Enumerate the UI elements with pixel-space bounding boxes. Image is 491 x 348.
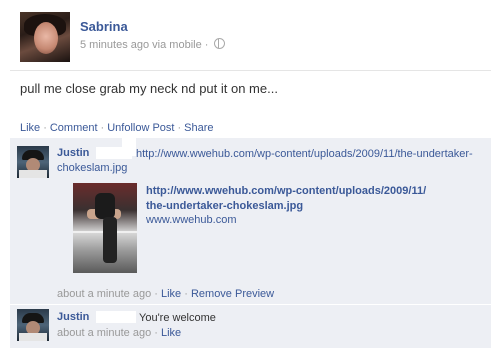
wrestler-upper [95,193,115,219]
globe-icon[interactable] [213,38,225,49]
post-via: via mobile [152,39,202,51]
preview-title-line2: the-undertaker-chokeslam.jpg [146,200,304,212]
separator: · [154,327,158,339]
mouse-cursor [122,132,136,156]
wrestler-lower [103,217,117,263]
comment-text: You're welcome [139,312,216,324]
comment-author[interactable]: Justin [57,311,89,323]
preview-title[interactable]: http://www.wwehub.com/wp-content/uploads… [146,184,486,214]
post-meta: 5 minutes ago via mobile · [80,38,225,51]
facebook-post: Sabrina 5 minutes ago via mobile · pull … [0,0,491,348]
preview-domain[interactable]: www.wwehub.com [146,214,236,226]
author-name[interactable]: Sabrina [80,19,128,34]
avatar-shirt [19,333,47,341]
comment-time: about a minute ago [57,327,152,339]
comment-meta: about a minute ago · Like · Remove Previ… [57,288,274,300]
comment-divider [10,304,491,305]
comment-link[interactable]: Comment [50,122,98,134]
comment-time: about a minute ago [57,288,152,300]
comment-url-line1[interactable]: http://www.wwehub.com/wp-content/uploads… [136,148,473,160]
preview-title-line1: http://www.wwehub.com/wp-content/uploads… [146,185,427,197]
comment-url-line2[interactable]: chokeslam.jpg [57,162,127,174]
post-time[interactable]: 5 minutes ago [80,39,149,51]
remove-preview-link[interactable]: Remove Preview [191,288,274,300]
separator: · [177,122,182,134]
comment-like-link[interactable]: Like [161,327,181,339]
separator: · [154,288,158,300]
author-avatar[interactable] [20,12,70,62]
separator: · [100,122,105,134]
comment-like-link[interactable]: Like [161,288,181,300]
meta-separator: · [204,39,209,51]
preview-thumbnail[interactable] [73,183,137,273]
redacted-name [96,311,136,323]
header-divider [10,70,491,71]
post-header: Sabrina 5 minutes ago via mobile · [0,0,491,70]
avatar-face [34,22,58,54]
post-actions: Like · Comment · Unfollow Post · Share [20,122,214,134]
like-link[interactable]: Like [20,122,40,134]
unfollow-post-link[interactable]: Unfollow Post [107,122,174,134]
separator: · [184,288,188,300]
separator: · [43,122,47,134]
commenter-avatar[interactable] [17,146,49,178]
commenter-avatar[interactable] [17,309,49,341]
comment-meta: about a minute ago · Like [57,327,181,339]
status-text: pull me close grab my neck nd put it on … [20,81,278,96]
share-link[interactable]: Share [184,122,213,134]
avatar-shirt [19,170,47,178]
